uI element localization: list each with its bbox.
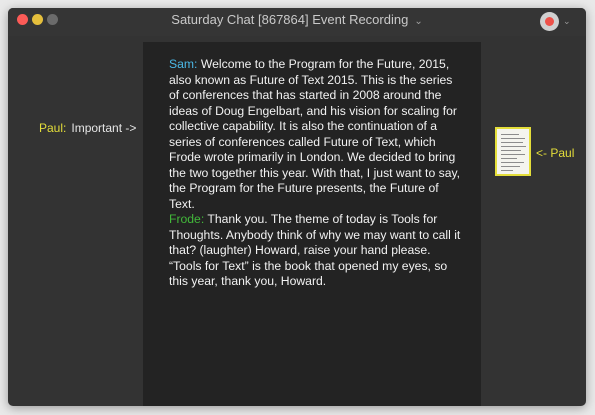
record-button[interactable] xyxy=(540,12,559,31)
transcript-text: Welcome to the Program for the Future, 2… xyxy=(169,57,461,211)
document-thumbnail-icon[interactable] xyxy=(495,127,531,176)
speaker-name: Frode: xyxy=(169,212,205,226)
transcript-panel[interactable]: Sam: Welcome to the Program for the Futu… xyxy=(143,42,481,406)
window-title[interactable]: Saturday Chat [867864] Event Recording ⌄ xyxy=(8,12,586,27)
annotation-important[interactable]: Paul: Important -> xyxy=(39,121,136,135)
app-window: Saturday Chat [867864] Event Recording ⌄ … xyxy=(8,8,586,406)
window-title-text: Saturday Chat [867864] Event Recording xyxy=(171,12,409,27)
title-bar[interactable]: Saturday Chat [867864] Event Recording ⌄ … xyxy=(8,8,586,36)
transcript-text: Thank you. The theme of today is Tools f… xyxy=(169,212,461,288)
transcript-paragraph: Frode: Thank you. The theme of today is … xyxy=(169,212,464,290)
annotation-text: Important -> xyxy=(71,121,137,135)
chevron-down-icon[interactable]: ⌄ xyxy=(414,16,422,27)
speaker-name: Sam: xyxy=(169,57,198,71)
record-icon xyxy=(545,17,554,26)
annotation-speaker: Paul: xyxy=(39,121,67,135)
transcript-paragraph: Sam: Welcome to the Program for the Futu… xyxy=(169,57,464,212)
record-menu-chevron-icon[interactable]: ⌄ xyxy=(563,16,571,27)
annotation-paul: <- Paul xyxy=(536,146,575,160)
